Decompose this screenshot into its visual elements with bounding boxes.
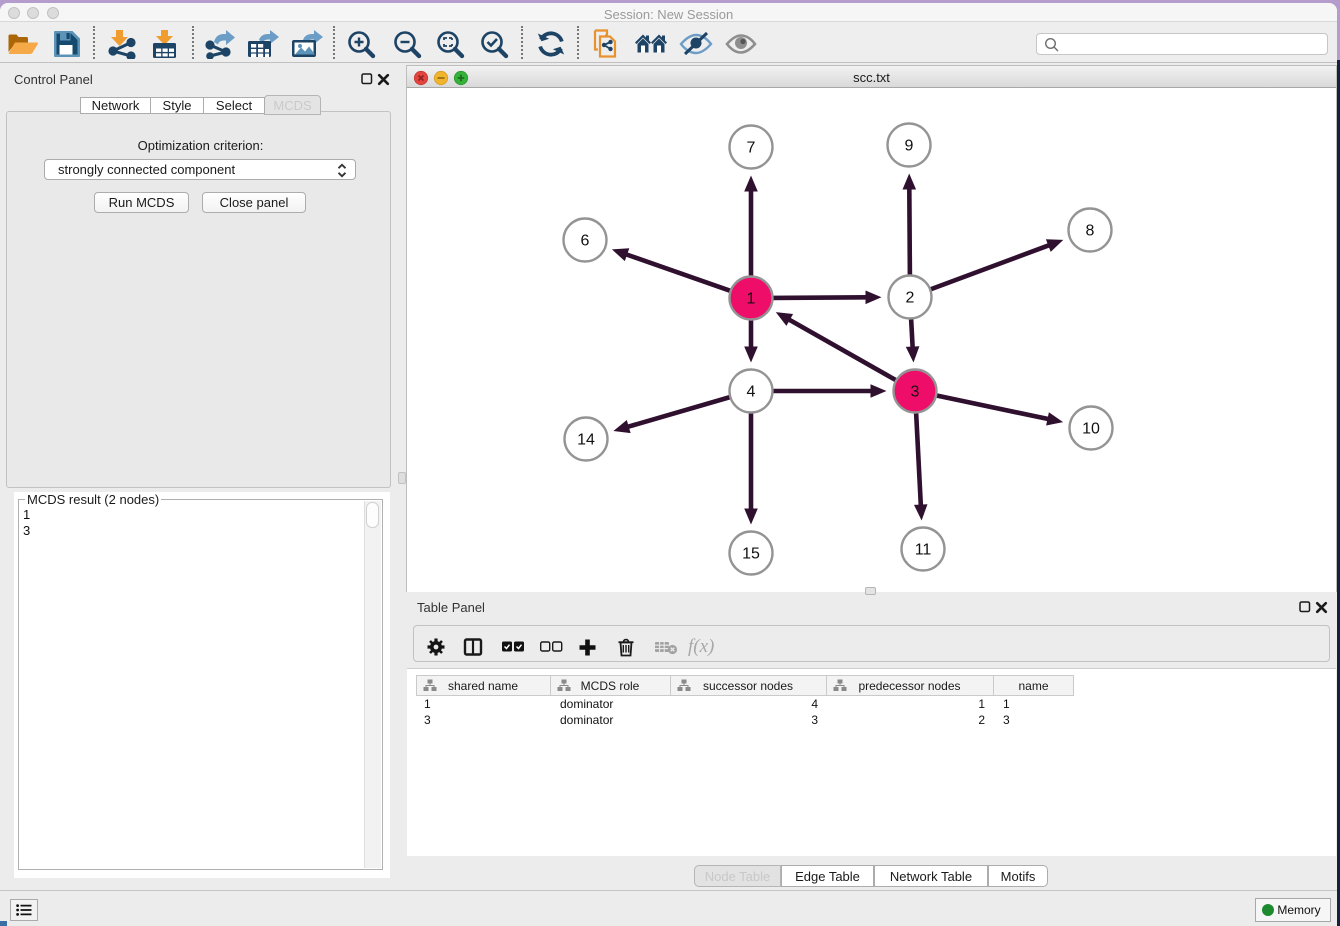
svg-text:3: 3: [911, 384, 920, 401]
svg-text:1: 1: [747, 291, 756, 308]
svg-text:9: 9: [905, 138, 914, 155]
svg-text:8: 8: [1086, 223, 1095, 240]
svg-text:7: 7: [747, 140, 756, 157]
svg-text:10: 10: [1082, 421, 1100, 438]
svg-text:6: 6: [581, 233, 590, 250]
svg-text:15: 15: [742, 546, 760, 563]
svg-text:14: 14: [577, 432, 595, 449]
svg-text:2: 2: [906, 290, 915, 307]
svg-text:11: 11: [915, 542, 932, 559]
svg-text:4: 4: [747, 384, 756, 401]
